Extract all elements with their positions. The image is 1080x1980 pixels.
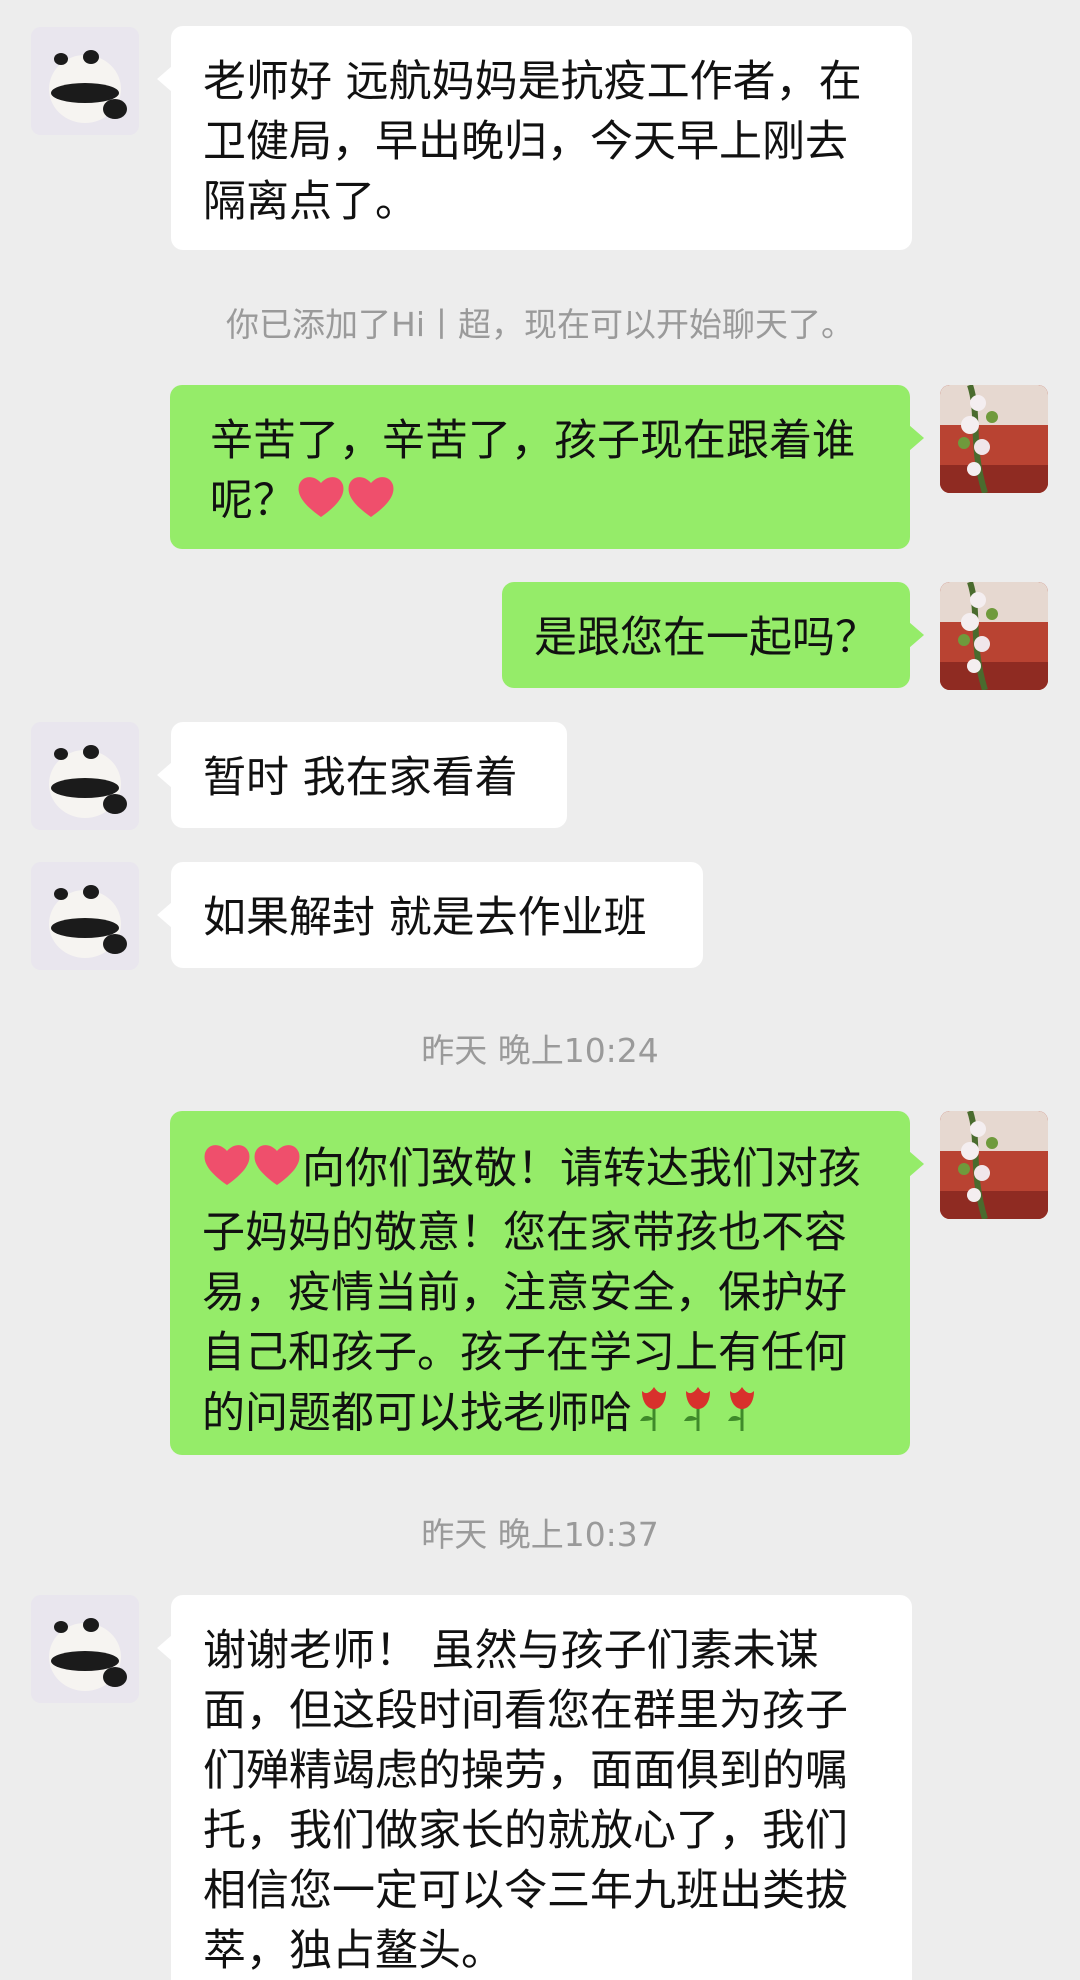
message-text: 是跟您在一起吗？ xyxy=(534,613,878,663)
rose-icon xyxy=(632,1383,676,1449)
flower-avatar-icon xyxy=(940,582,1048,690)
panda-avatar-icon xyxy=(31,862,139,970)
message-text: 如果解封 就是去作业班 xyxy=(203,893,647,943)
message-bubble[interactable]: 老师好 远航妈妈是抗疫工作者，在卫健局，早出晚归，今天早上刚去隔离点了。 xyxy=(157,26,912,250)
contact-avatar[interactable] xyxy=(31,722,139,830)
message-bubble[interactable]: 辛苦了，辛苦了，孩子现在跟着谁呢？ xyxy=(170,385,924,549)
panda-avatar-icon xyxy=(31,1595,139,1703)
message-bubble[interactable]: 如果解封 就是去作业班 xyxy=(157,862,703,968)
message-text: 老师好 远航妈妈是抗疫工作者，在卫健局，早出晚归，今天早上刚去隔离点了。 xyxy=(203,57,862,227)
panda-avatar-icon xyxy=(31,722,139,830)
rose-icon xyxy=(676,1383,720,1449)
timestamp: 昨天 晚上10:24 xyxy=(421,1031,659,1070)
self-avatar[interactable] xyxy=(940,582,1048,690)
chat-window: 老师好 远航妈妈是抗疫工作者，在卫健局，早出晚归，今天早上刚去隔离点了。 你已添… xyxy=(0,0,1080,1980)
panda-avatar-icon xyxy=(31,27,139,135)
message-bubble[interactable]: 是跟您在一起吗？ xyxy=(502,582,924,688)
message-text: 谢谢老师！ 虽然与孩子们素未谋面，但这段时间看您在群里为孩子们殚精竭虑的操劳，面… xyxy=(203,1626,848,1976)
heart-icon xyxy=(296,473,346,535)
timestamp: 昨天 晚上10:37 xyxy=(421,1515,659,1554)
message-bubble[interactable]: 向你们致敬！请转达我们对孩子妈妈的敬意！您在家带孩也不容易，疫情当前，注意安全，… xyxy=(170,1111,924,1455)
flower-avatar-icon xyxy=(940,1111,1048,1219)
contact-avatar[interactable] xyxy=(31,1595,139,1703)
message-text: 暂时 我在家看着 xyxy=(203,753,518,803)
heart-icon xyxy=(202,1141,252,1203)
self-avatar[interactable] xyxy=(940,1111,1048,1219)
flower-avatar-icon xyxy=(940,385,1048,493)
self-avatar[interactable] xyxy=(940,385,1048,493)
contact-avatar[interactable] xyxy=(31,862,139,970)
message-bubble[interactable]: 暂时 我在家看着 xyxy=(157,722,567,828)
system-notice: 你已添加了Hi丨超，现在可以开始聊天了。 xyxy=(226,305,854,344)
heart-icon xyxy=(346,473,396,535)
message-bubble[interactable]: 谢谢老师！ 虽然与孩子们素未谋面，但这段时间看您在群里为孩子们殚精竭虑的操劳，面… xyxy=(157,1595,912,1980)
contact-avatar[interactable] xyxy=(31,27,139,135)
heart-icon xyxy=(252,1141,302,1203)
rose-icon xyxy=(720,1383,764,1449)
